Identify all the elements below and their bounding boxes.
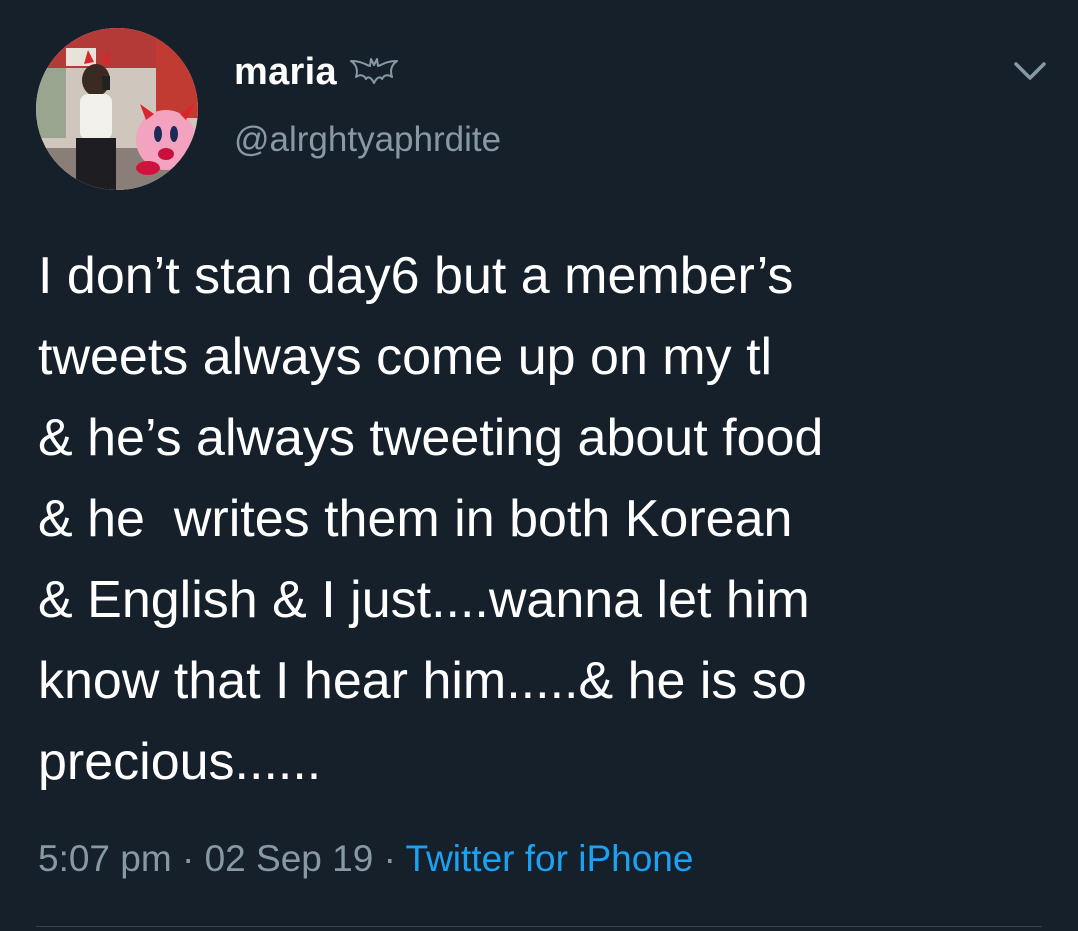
avatar-image	[36, 28, 198, 190]
name-row: maria	[234, 46, 501, 98]
tweet-text-line: tweets always come up on my tl	[38, 328, 773, 386]
tweet-text-line: & he writes them in both Korean	[38, 490, 793, 548]
tweet-text-line: & English & I just....wanna let him	[38, 571, 810, 629]
user-handle[interactable]: @alrghtyaphrdite	[234, 120, 501, 160]
bat-icon	[349, 57, 399, 87]
tweet-text: I don’t stan day6 but a member’s tweets …	[38, 236, 1048, 803]
tweet-source-link[interactable]: Twitter for iPhone	[406, 838, 694, 879]
tweet-date[interactable]: 02 Sep 19	[205, 838, 374, 879]
tweet-text-line: I don’t stan day6 but a member’s	[38, 247, 794, 305]
avatar[interactable]	[36, 28, 198, 190]
tweet-meta: 5:07 pm · 02 Sep 19 · Twitter for iPhone	[38, 838, 693, 880]
meta-separator: ·	[171, 838, 205, 879]
tweet-text-line: & he’s always tweeting about food	[38, 409, 824, 467]
chevron-down-icon[interactable]	[1010, 54, 1050, 86]
tweet-text-line: precious......	[38, 733, 322, 791]
tweet-header: maria @alrghtyaphrdite	[234, 46, 501, 160]
divider	[36, 926, 1042, 927]
tweet-text-line: know that I hear him.....& he is so	[38, 652, 807, 710]
tweet-card: maria @alrghtyaphrdite I don’t stan day6…	[0, 0, 1078, 931]
display-name[interactable]: maria	[234, 51, 337, 94]
tweet-time[interactable]: 5:07 pm	[38, 838, 172, 879]
meta-separator: ·	[373, 838, 406, 879]
